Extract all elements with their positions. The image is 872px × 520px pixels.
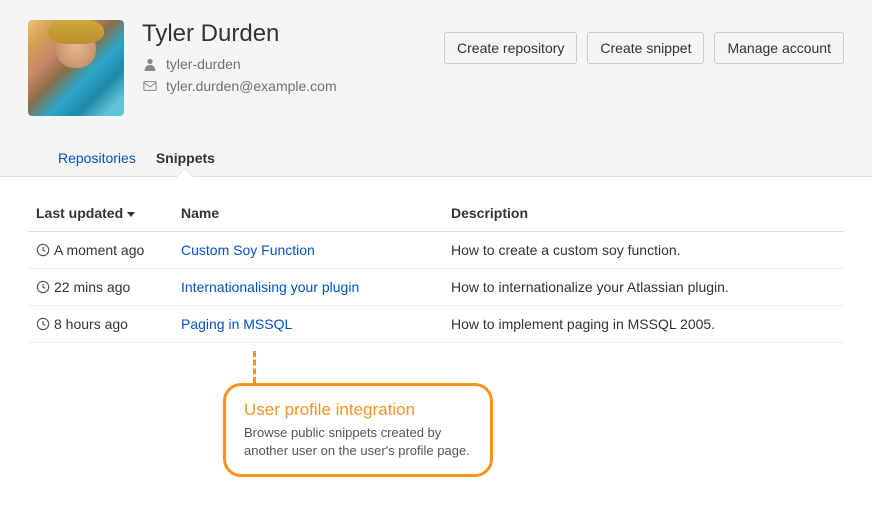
table-row: 8 hours ago Paging in MSSQL How to imple… bbox=[28, 306, 844, 343]
snippets-table: Last updated Name Description A moment a… bbox=[28, 195, 844, 343]
mail-icon bbox=[142, 78, 158, 94]
updated-cell: 8 hours ago bbox=[36, 316, 165, 332]
tab-repositories[interactable]: Repositories bbox=[56, 140, 138, 176]
email-row: tyler.durden@example.com bbox=[142, 78, 444, 94]
clock-icon bbox=[36, 280, 50, 294]
create-repository-button[interactable]: Create repository bbox=[444, 32, 577, 64]
col-header-name[interactable]: Name bbox=[173, 195, 443, 232]
callout-text: Browse public snippets created by anothe… bbox=[244, 424, 472, 460]
description-cell: How to create a custom soy function. bbox=[443, 232, 844, 269]
callout-box: User profile integration Browse public s… bbox=[223, 383, 493, 477]
snippet-link[interactable]: Paging in MSSQL bbox=[181, 316, 292, 332]
col-header-updated[interactable]: Last updated bbox=[28, 195, 173, 232]
updated-text: 22 mins ago bbox=[54, 279, 130, 295]
clock-icon bbox=[36, 317, 50, 331]
snippet-link[interactable]: Internationalising your plugin bbox=[181, 279, 359, 295]
avatar bbox=[28, 20, 124, 116]
description-cell: How to implement paging in MSSQL 2005. bbox=[443, 306, 844, 343]
email-text: tyler.durden@example.com bbox=[166, 78, 337, 94]
action-buttons: Create repository Create snippet Manage … bbox=[444, 32, 844, 64]
tab-snippets[interactable]: Snippets bbox=[154, 140, 217, 176]
profile-name: Tyler Durden bbox=[142, 20, 444, 48]
table-row: 22 mins ago Internationalising your plug… bbox=[28, 269, 844, 306]
snippet-link[interactable]: Custom Soy Function bbox=[181, 242, 315, 258]
updated-cell: 22 mins ago bbox=[36, 279, 165, 295]
annotation-callout: User profile integration Browse public s… bbox=[223, 351, 493, 477]
updated-cell: A moment ago bbox=[36, 242, 165, 258]
table-row: A moment ago Custom Soy Function How to … bbox=[28, 232, 844, 269]
username-row: tyler-durden bbox=[142, 56, 444, 72]
profile-info: Tyler Durden tyler-durden tyler.durden@e… bbox=[142, 20, 444, 100]
clock-icon bbox=[36, 243, 50, 257]
description-cell: How to internationalize your Atlassian p… bbox=[443, 269, 844, 306]
create-snippet-button[interactable]: Create snippet bbox=[587, 32, 704, 64]
updated-text: 8 hours ago bbox=[54, 316, 128, 332]
profile-row: Tyler Durden tyler-durden tyler.durden@e… bbox=[28, 20, 844, 140]
callout-connector bbox=[253, 351, 256, 383]
tabs: Repositories Snippets bbox=[28, 140, 844, 176]
col-header-description[interactable]: Description bbox=[443, 195, 844, 232]
updated-text: A moment ago bbox=[54, 242, 144, 258]
profile-header: Tyler Durden tyler-durden tyler.durden@e… bbox=[0, 0, 872, 177]
callout-title: User profile integration bbox=[244, 400, 472, 420]
manage-account-button[interactable]: Manage account bbox=[714, 32, 844, 64]
username-text: tyler-durden bbox=[166, 56, 241, 72]
person-icon bbox=[142, 56, 158, 72]
content-area: Last updated Name Description A moment a… bbox=[0, 177, 872, 495]
